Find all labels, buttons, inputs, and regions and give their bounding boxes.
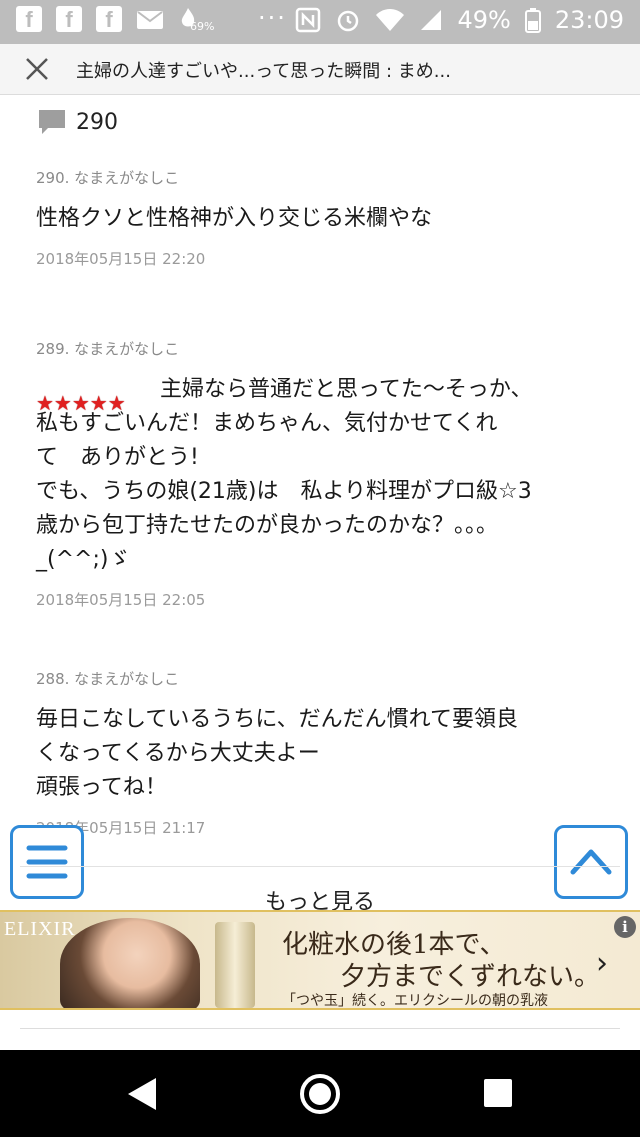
- signal-icon: [421, 10, 442, 30]
- mail-icon: [137, 11, 163, 29]
- small-percent: 69%: [190, 20, 215, 33]
- overflow-indicator: ···: [258, 4, 287, 32]
- comment-count-number: 290: [76, 109, 118, 135]
- comment-author: 288. なまえがなしこ: [36, 670, 180, 688]
- clock: 23:09: [554, 6, 624, 34]
- wifi-icon: [376, 9, 405, 31]
- home-icon[interactable]: [299, 1073, 341, 1115]
- comment-date: 2018年05月15日 22:05: [36, 591, 206, 609]
- battery-icon: [524, 8, 541, 33]
- navigation-bar: [0, 1050, 640, 1137]
- comment-item: 290. なまえがなしこ 性格クソと性格神が入り交じる米欄やな 2018年05月…: [36, 167, 606, 269]
- divider: [20, 866, 620, 867]
- browser-title-bar: 主婦の人達すごいや...って思った瞬間 : まめ...: [0, 44, 640, 95]
- comment-author: 290. なまえがなしこ: [36, 169, 180, 187]
- status-bar: f f f 69% ··· 49% 23:09: [0, 0, 640, 44]
- comment-count: 290: [38, 109, 118, 135]
- alarm-icon: [338, 10, 359, 32]
- battery-percent: 49%: [457, 6, 511, 34]
- ad-headline-2: 夕方までくずれない。: [340, 962, 601, 992]
- recents-icon[interactable]: [482, 1077, 514, 1109]
- comment-body-wrap: ★★★★★ 主婦なら普通だと思ってた〜そっか、 私もすごいんだ！まめちゃん、気付…: [36, 373, 606, 577]
- comment-body: 性格クソと性格神が入り交じる米欄やな: [36, 206, 433, 231]
- page-title: 主婦の人達すごいや...って思った瞬間 : まめ...: [76, 61, 451, 82]
- ad-banner[interactable]: ELIXIR 化粧水の後1本で、 夕方までくずれない。 「つや玉」続く。エリクシ…: [0, 910, 640, 1010]
- back-icon[interactable]: [126, 1076, 160, 1112]
- facebook-icon: f: [96, 6, 122, 32]
- comment-item: 289. なまえがなしこ ★★★★★ 主婦なら普通だと思ってた〜そっか、 私もす…: [36, 338, 606, 610]
- comment-item: 288. なまえがなしこ 毎日こなしているうちに、だんだん慣れて要領良 くなって…: [36, 668, 606, 838]
- ad-brand-logo: ELIXIR: [4, 918, 76, 940]
- rating-stars: ★★★★★: [36, 391, 126, 415]
- comment-date: 2018年05月15日 21:17: [36, 819, 206, 837]
- chevron-right-icon[interactable]: ›: [596, 946, 608, 981]
- close-icon[interactable]: [24, 56, 50, 82]
- comment-body: 毎日こなしているうちに、だんだん慣れて要領良 くなってくるから大丈夫よー 頑張っ…: [36, 707, 519, 800]
- info-icon[interactable]: i: [614, 916, 636, 938]
- facebook-icon: f: [56, 6, 82, 32]
- comment-icon: [39, 110, 65, 134]
- facebook-icon: f: [16, 6, 42, 32]
- divider: [20, 1028, 620, 1029]
- ad-product-image: [215, 922, 255, 1008]
- ad-model-image: [60, 918, 200, 1008]
- comment-date: 2018年05月15日 22:20: [36, 250, 206, 268]
- nfc-icon: [296, 7, 321, 33]
- ad-tagline: 「つや玉」続く。エリクシールの朝の乳液: [282, 993, 548, 1009]
- comment-author: 289. なまえがなしこ: [36, 340, 180, 358]
